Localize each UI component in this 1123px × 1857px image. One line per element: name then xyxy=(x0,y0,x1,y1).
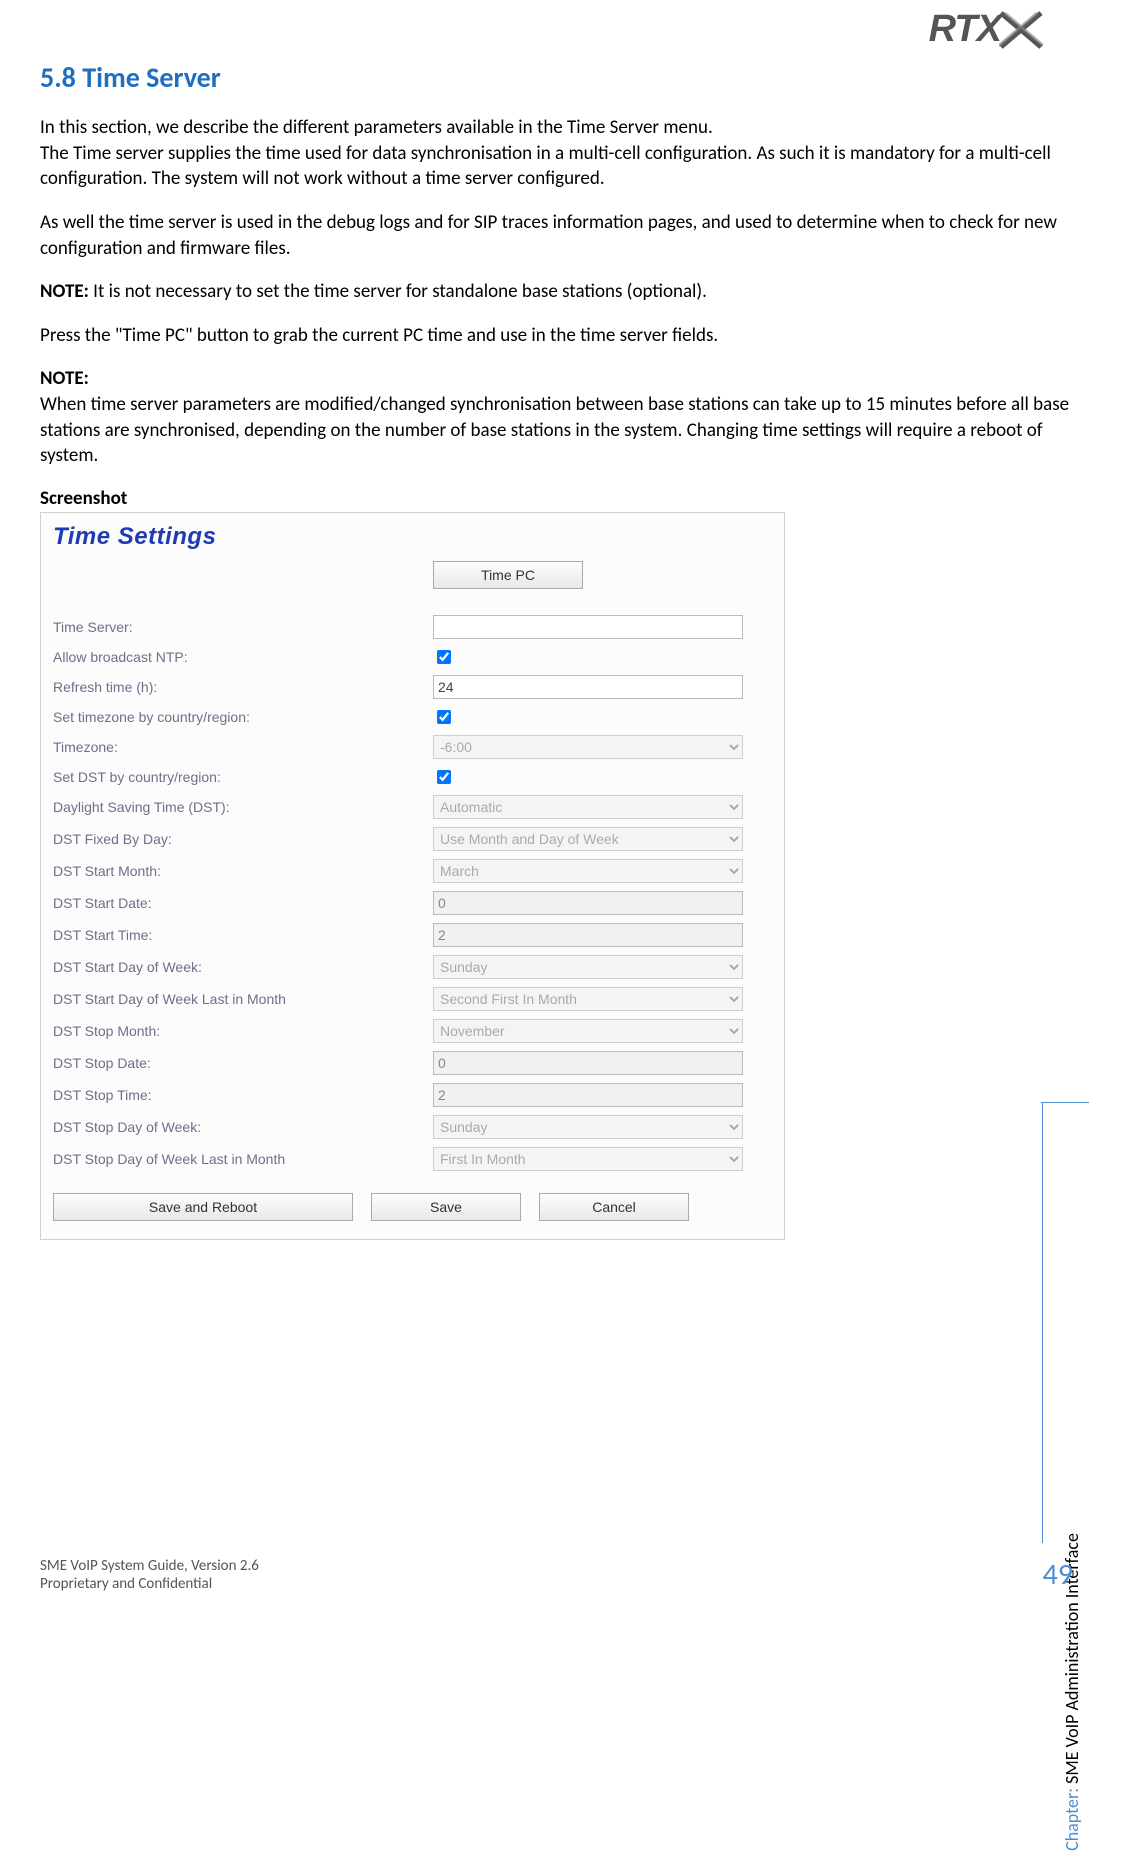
note-2-label: NOTE: xyxy=(40,366,1083,392)
select-dst-start-month[interactable]: March xyxy=(433,859,743,883)
body-para-2: The Time server supplies the time used f… xyxy=(40,141,1083,192)
input-dst-stop-date[interactable] xyxy=(433,1051,743,1075)
select-dst-start-dow[interactable]: Sunday xyxy=(433,955,743,979)
label-dst-start-dow-last: DST Start Day of Week Last in Month xyxy=(53,991,433,1007)
input-time-server[interactable] xyxy=(433,615,743,639)
time-settings-screenshot: Time Settings Time PC Time Server: Allow… xyxy=(40,512,785,1240)
label-dst-stop-time: DST Stop Time: xyxy=(53,1087,433,1103)
label-dst-start-time: DST Start Time: xyxy=(53,927,433,943)
sidebar-rule-top xyxy=(1041,1102,1089,1103)
time-settings-title: Time Settings xyxy=(53,523,772,551)
label-allow-ntp: Allow broadcast NTP: xyxy=(53,649,433,665)
footer-line-1: SME VoIP System Guide, Version 2.6 xyxy=(40,1557,259,1575)
page-number: 49 xyxy=(1043,1556,1073,1593)
select-dst-stop-dow-last[interactable]: First In Month xyxy=(433,1147,743,1171)
note-1: NOTE: It is not necessary to set the tim… xyxy=(40,279,1083,305)
save-button[interactable]: Save xyxy=(371,1193,521,1221)
select-dst-fixed-by-day[interactable]: Use Month and Day of Week xyxy=(433,827,743,851)
logo-text: RTX xyxy=(929,8,1001,51)
cancel-button[interactable]: Cancel xyxy=(539,1193,689,1221)
label-set-tz-region: Set timezone by country/region: xyxy=(53,709,433,725)
note-2-text: When time server parameters are modified… xyxy=(40,392,1083,469)
input-dst-start-time[interactable] xyxy=(433,923,743,947)
rtx-logo: RTX xyxy=(929,8,1043,51)
checkbox-set-dst-region[interactable] xyxy=(437,770,451,784)
body-para-4: Press the "Time PC" button to grab the c… xyxy=(40,323,1083,349)
select-timezone[interactable]: -6:00 xyxy=(433,735,743,759)
time-pc-button[interactable]: Time PC xyxy=(433,561,583,589)
select-dst-stop-month[interactable]: November xyxy=(433,1019,743,1043)
input-dst-stop-time[interactable] xyxy=(433,1083,743,1107)
input-dst-start-date[interactable] xyxy=(433,891,743,915)
label-dst: Daylight Saving Time (DST): xyxy=(53,799,433,815)
checkbox-allow-ntp[interactable] xyxy=(437,650,451,664)
save-reboot-button[interactable]: Save and Reboot xyxy=(53,1193,353,1221)
footer-line-2: Proprietary and Confidential xyxy=(40,1575,259,1593)
page-footer: SME VoIP System Guide, Version 2.6 Propr… xyxy=(40,1557,259,1593)
checkbox-set-tz-region[interactable] xyxy=(437,710,451,724)
section-heading: 5.8 Time Server xyxy=(40,60,1083,95)
select-dst[interactable]: Automatic xyxy=(433,795,743,819)
label-time-server: Time Server: xyxy=(53,619,433,635)
label-dst-stop-dow: DST Stop Day of Week: xyxy=(53,1119,433,1135)
screenshot-label: Screenshot xyxy=(40,487,1083,510)
input-refresh-time[interactable] xyxy=(433,675,743,699)
label-dst-stop-month: DST Stop Month: xyxy=(53,1023,433,1039)
label-dst-start-month: DST Start Month: xyxy=(53,863,433,879)
body-para-1: In this section, we describe the differe… xyxy=(40,115,1083,141)
label-refresh-time: Refresh time (h): xyxy=(53,679,433,695)
select-dst-start-dow-last[interactable]: Second First In Month xyxy=(433,987,743,1011)
select-dst-stop-dow[interactable]: Sunday xyxy=(433,1115,743,1139)
label-dst-fixed-by-day: DST Fixed By Day: xyxy=(53,831,433,847)
logo-x-icon xyxy=(999,11,1043,49)
label-dst-stop-dow-last: DST Stop Day of Week Last in Month xyxy=(53,1151,433,1167)
label-timezone: Timezone: xyxy=(53,739,433,755)
label-dst-stop-date: DST Stop Date: xyxy=(53,1055,433,1071)
sidebar-rule xyxy=(1042,1103,1043,1543)
label-dst-start-date: DST Start Date: xyxy=(53,895,433,911)
body-para-3: As well the time server is used in the d… xyxy=(40,210,1083,261)
label-set-dst-region: Set DST by country/region: xyxy=(53,769,433,785)
label-dst-start-dow: DST Start Day of Week: xyxy=(53,959,433,975)
